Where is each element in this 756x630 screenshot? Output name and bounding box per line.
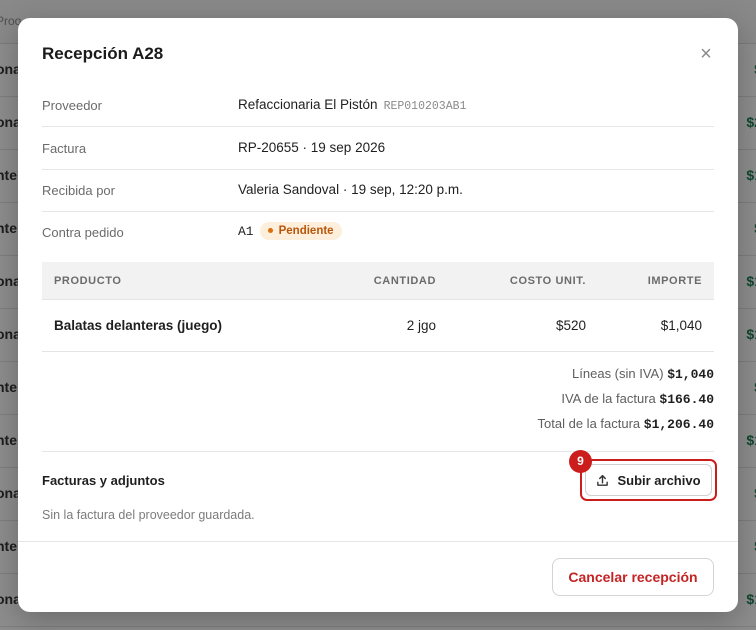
cell-quantity: 2 jgo bbox=[406, 318, 436, 333]
modal-title: Recepción A28 bbox=[42, 44, 164, 63]
info-row-invoice: Factura RP-20655 · 19 sep 2026 bbox=[42, 128, 714, 170]
info-row-received: Recibida por Valeria Sandoval · 19 sep, … bbox=[42, 170, 714, 212]
products-table: PRODUCTO CANTIDAD COSTO UNIT. IMPORTE Ba… bbox=[42, 262, 714, 352]
totals-vat: IVA de la factura $166.40 bbox=[561, 391, 714, 407]
totals-total: Total de la factura $1,206.40 bbox=[538, 416, 714, 432]
po-value: A1 Pendiente bbox=[238, 222, 342, 240]
invoice-value: RP-20655 · 19 sep 2026 bbox=[238, 140, 386, 155]
header-amount: IMPORTE bbox=[647, 275, 702, 287]
reception-modal: Recepción A28 × Proveedor Refaccionaria … bbox=[18, 18, 738, 612]
table-header: PRODUCTO CANTIDAD COSTO UNIT. IMPORTE bbox=[42, 262, 714, 300]
header-quantity: CANTIDAD bbox=[373, 275, 436, 287]
received-value: Valeria Sandoval · 19 sep, 12:20 p.m. bbox=[238, 182, 463, 197]
vat-value: $166.40 bbox=[659, 392, 714, 407]
cell-amount: $1,040 bbox=[660, 318, 702, 333]
status-badge: Pendiente bbox=[259, 222, 342, 240]
supplier-label: Proveedor bbox=[42, 98, 102, 113]
step-number-badge: 9 bbox=[569, 450, 592, 473]
upload-icon bbox=[597, 474, 609, 486]
header-product: PRODUCTO bbox=[54, 275, 122, 287]
lines-label: Líneas (sin IVA) bbox=[572, 366, 664, 381]
section-divider bbox=[42, 451, 714, 452]
totals-lines: Líneas (sin IVA) $1,040 bbox=[572, 366, 714, 382]
status-dot-icon bbox=[267, 228, 273, 233]
attachments-empty-note: Sin la factura del proveedor guardada. bbox=[42, 508, 255, 522]
table-row: Balatas delanteras (juego) 2 jgo $520 $1… bbox=[42, 300, 714, 352]
cancel-reception-button[interactable]: Cancelar recepción bbox=[552, 558, 714, 596]
info-row-purchase-order: Contra pedido A1 Pendiente bbox=[42, 212, 714, 254]
cell-product: Balatas delanteras (juego) bbox=[54, 318, 223, 333]
close-icon[interactable]: × bbox=[694, 44, 718, 64]
info-row-supplier: Proveedor Refaccionaria El Pistón REP0102… bbox=[42, 85, 714, 127]
po-number[interactable]: A1 bbox=[238, 224, 254, 239]
supplier-value: Refaccionaria El Pistón REP010203AB1 bbox=[238, 97, 466, 113]
lines-value: $1,040 bbox=[667, 367, 714, 382]
upload-highlight: Subir archivo bbox=[580, 459, 717, 501]
total-value: $1,206.40 bbox=[643, 417, 714, 432]
upload-button[interactable]: Subir archivo bbox=[585, 464, 712, 496]
upload-button-label: Subir archivo bbox=[617, 472, 701, 488]
supplier-name: Refaccionaria El Pistón bbox=[238, 97, 378, 112]
footer-divider bbox=[18, 541, 738, 542]
po-label: Contra pedido bbox=[42, 225, 124, 240]
total-label: Total de la factura bbox=[537, 416, 641, 431]
status-badge-label: Pendiente bbox=[278, 225, 334, 237]
vat-label: IVA de la factura bbox=[561, 391, 656, 406]
supplier-rfc: REP010203AB1 bbox=[383, 100, 467, 113]
cell-unit-cost: $520 bbox=[555, 318, 586, 333]
attachments-title: Facturas y adjuntos bbox=[42, 473, 165, 488]
invoice-label: Factura bbox=[42, 141, 87, 156]
header-unit-cost: COSTO UNIT. bbox=[509, 275, 586, 287]
received-label: Recibida por bbox=[42, 183, 115, 198]
